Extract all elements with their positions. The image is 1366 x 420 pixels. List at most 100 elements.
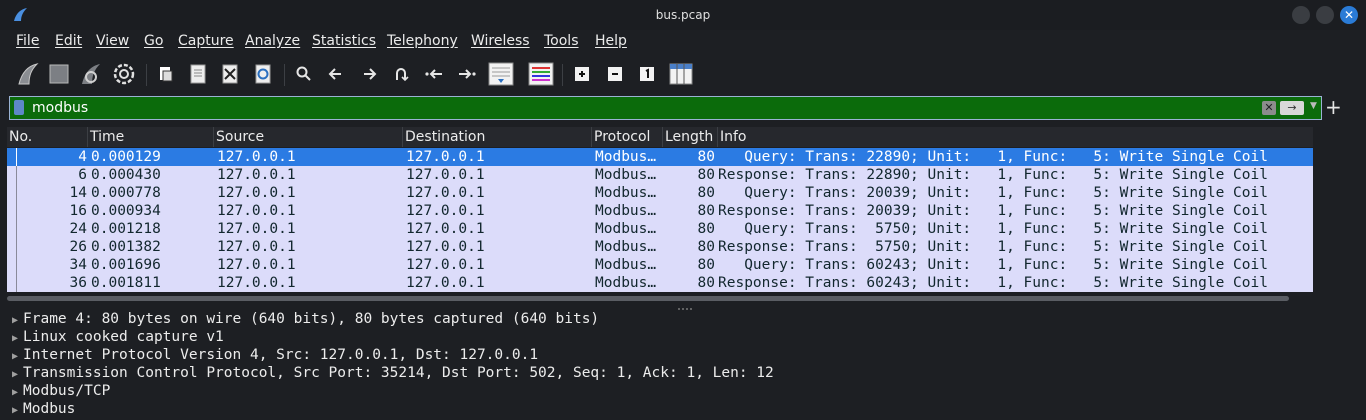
stop-capture-icon[interactable] [45,60,73,88]
title-bar: bus.pcap ✕ [0,0,1366,30]
packet-row[interactable]: 4 0.000129 127.0.0.1 127.0.0.1 Modbus… 80 Que… [7,148,1313,166]
detail-tree-item[interactable]: ▶ Internet Protocol Version 4, Src: 127.0… [7,346,538,364]
packet-length-cell: 80 [697,275,715,291]
last-packet-icon[interactable] [453,60,481,88]
detail-tree-item[interactable]: ▶ Modbus/TCP [7,382,110,400]
go-back-icon[interactable] [322,60,350,88]
detail-label: Transmission Control Protocol, Src Port:… [23,365,774,381]
save-file-icon[interactable] [184,60,212,88]
packet-row[interactable]: 36 0.001811 127.0.0.1 127.0.0.1 Modbus… 80 Res… [7,274,1313,292]
menu-view[interactable]: View [96,33,129,49]
column-header-time[interactable]: Time [88,127,214,147]
packet-source-cell: 127.0.0.1 [217,185,296,201]
detail-tree-item[interactable]: ▶ Modbus [7,400,75,418]
menu-help[interactable]: Help [595,33,627,49]
packet-protocol-cell: Modbus… [595,275,657,291]
open-file-icon[interactable] [152,60,180,88]
go-to-packet-icon[interactable] [387,60,415,88]
detail-tree-item[interactable]: ▶ Linux cooked capture v1 [7,328,224,346]
detail-tree-item[interactable]: ▶ Frame 4: 80 bytes on wire (640 bits), 8… [7,310,599,328]
packet-time-cell: 0.000778 [91,185,161,201]
filter-bookmark-icon[interactable] [14,100,24,115]
column-header-source[interactable]: Source [214,127,403,147]
packet-row[interactable]: 34 0.001696 127.0.0.1 127.0.0.1 Modbus… 80 Qu… [7,256,1313,274]
restart-capture-icon[interactable] [77,60,105,88]
packet-destination-cell: 127.0.0.1 [406,185,485,201]
find-packet-icon[interactable] [290,60,318,88]
apply-filter-button[interactable]: → [1280,101,1304,115]
packet-info-cell: Query: Trans: 5750; Unit: 1, Func: 5: Wr… [718,221,1268,237]
packet-row[interactable]: 26 0.001382 127.0.0.1 127.0.0.1 Modbus… 80 Res… [7,238,1313,256]
filter-history-dropdown[interactable]: ▼ [1310,101,1317,111]
packet-protocol-cell: Modbus… [595,185,657,201]
normal-size-icon[interactable] [633,60,661,88]
packet-time-cell: 0.000430 [91,167,161,183]
packet-length-cell: 80 [697,203,715,219]
close-file-icon[interactable] [216,60,244,88]
packet-info-cell: Response: Trans: 20039; Unit: 1, Func: 5… [718,203,1268,219]
detail-label: Modbus/TCP [23,383,111,399]
packet-source-cell: 127.0.0.1 [217,203,296,219]
column-header-no[interactable]: No. [7,127,88,147]
packet-protocol-cell: Modbus… [595,203,657,219]
detail-label: Linux cooked capture v1 [23,329,224,345]
packet-length-cell: 80 [697,221,715,237]
packet-no-cell: 14 [69,185,87,201]
menu-analyze[interactable]: Analyze [245,33,300,49]
packet-row[interactable]: 6 0.000430 127.0.0.1 127.0.0.1 Modbus… 80 Resp… [7,166,1313,184]
menu-go[interactable]: Go [144,33,163,49]
menu-tools[interactable]: Tools [544,33,579,49]
pane-splitter-handle[interactable] [677,304,693,310]
menu-telephony[interactable]: Telephony [387,33,458,49]
column-header-info[interactable]: Info [718,127,1313,147]
add-filter-button[interactable]: + [1325,96,1342,118]
packet-list-horizontal-scrollbar[interactable] [7,296,1289,301]
packet-row[interactable]: 16 0.000934 127.0.0.1 127.0.0.1 Modbus… 80 Res… [7,202,1313,220]
clear-filter-button[interactable]: ✕ [1262,101,1276,115]
minimize-button[interactable] [1292,6,1310,24]
capture-options-icon[interactable] [110,60,138,88]
zoom-out-icon[interactable] [601,60,629,88]
packet-source-cell: 127.0.0.1 [217,257,296,273]
packet-source-cell: 127.0.0.1 [217,221,296,237]
reload-file-icon[interactable] [249,60,277,88]
zoom-in-icon[interactable] [568,60,596,88]
menu-capture[interactable]: Capture [178,33,234,49]
packet-source-cell: 127.0.0.1 [217,275,296,291]
packet-row[interactable]: 14 0.000778 127.0.0.1 127.0.0.1 Modbus… 80 Qu… [7,184,1313,202]
colorize-icon[interactable] [527,60,555,88]
packet-list-vertical-scrollbar[interactable] [1313,127,1321,297]
packet-length-cell: 80 [697,167,715,183]
column-header-destination[interactable]: Destination [403,127,592,147]
packet-destination-cell: 127.0.0.1 [406,167,485,183]
display-filter-input[interactable] [32,98,1232,118]
detail-tree-item[interactable]: ▶ Transmission Control Protocol, Src Port… [7,364,774,382]
menu-edit[interactable]: Edit [55,33,82,49]
toolbar-separator [562,64,563,86]
packet-info-cell: Query: Trans: 20039; Unit: 1, Func: 5: W… [718,185,1268,201]
menu-wireless[interactable]: Wireless [471,33,530,49]
go-forward-icon[interactable] [355,60,383,88]
maximize-button[interactable] [1316,6,1334,24]
packet-time-cell: 0.000934 [91,203,161,219]
column-header-length[interactable]: Length [663,127,718,147]
autoscroll-icon[interactable] [487,60,515,88]
packet-row[interactable]: 24 0.001218 127.0.0.1 127.0.0.1 Modbus… 80 Qu… [7,220,1313,238]
close-window-button[interactable]: ✕ [1340,6,1358,24]
packet-no-cell: 34 [69,257,87,273]
packet-no-cell: 36 [69,275,87,291]
first-packet-icon[interactable] [420,60,448,88]
packet-protocol-cell: Modbus… [595,149,657,165]
packet-no-cell: 26 [69,239,87,255]
packet-no-cell: 24 [69,221,87,237]
menu-statistics[interactable]: Statistics [312,33,376,49]
expand-arrow-icon[interactable]: ▶ [7,402,23,420]
column-header-protocol[interactable]: Protocol [592,127,663,147]
start-capture-icon[interactable] [14,60,42,88]
resize-columns-icon[interactable] [667,60,695,88]
packet-time-cell: 0.001811 [91,275,161,291]
packet-destination-cell: 127.0.0.1 [406,239,485,255]
menu-file[interactable]: File [16,33,39,49]
menu-bar: File Edit View Go Capture Analyze Statis… [0,30,1366,54]
packet-destination-cell: 127.0.0.1 [406,203,485,219]
